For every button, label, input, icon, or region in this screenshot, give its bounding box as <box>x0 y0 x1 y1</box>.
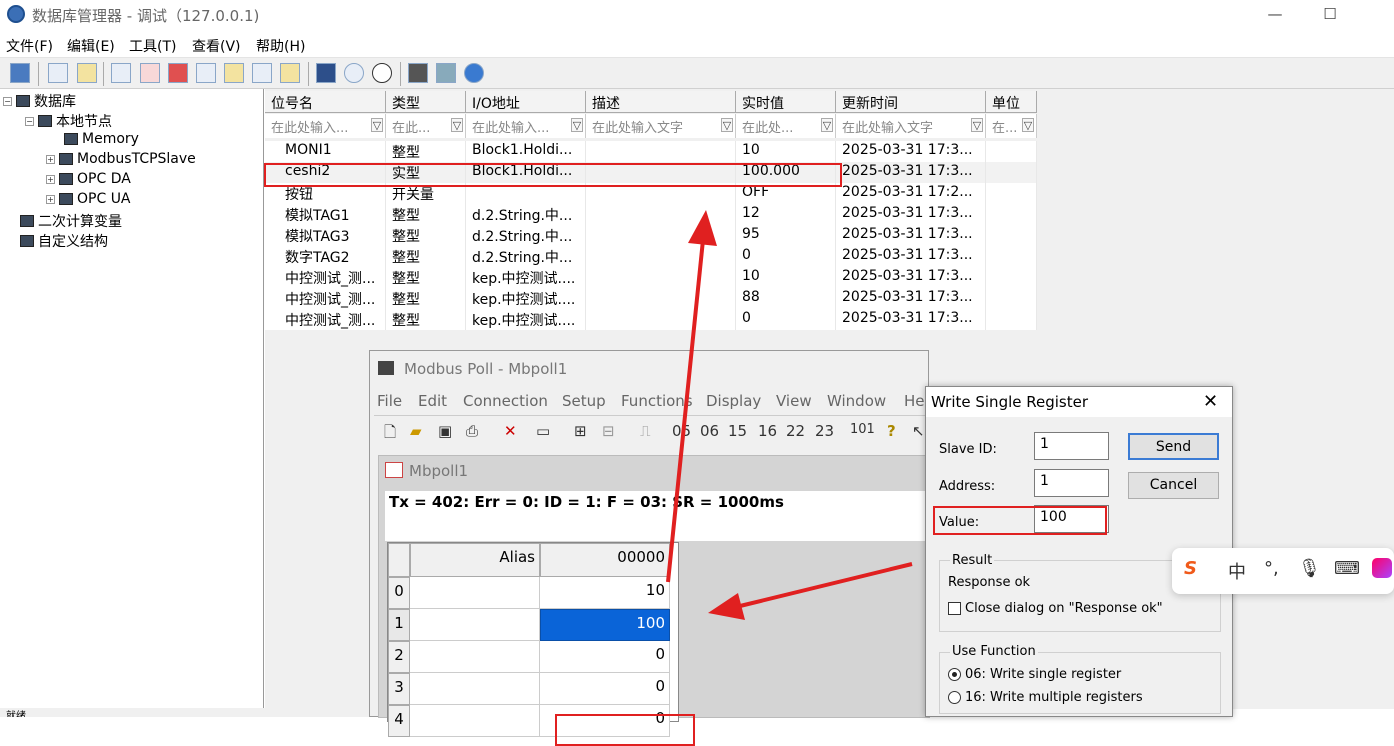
highlight-box <box>555 714 695 746</box>
arrow-line-left <box>739 562 913 608</box>
annotation-arrows <box>666 210 913 620</box>
arrow-head-left <box>708 593 745 620</box>
arrow-line-up <box>666 239 705 583</box>
arrow-head-up <box>688 210 717 246</box>
